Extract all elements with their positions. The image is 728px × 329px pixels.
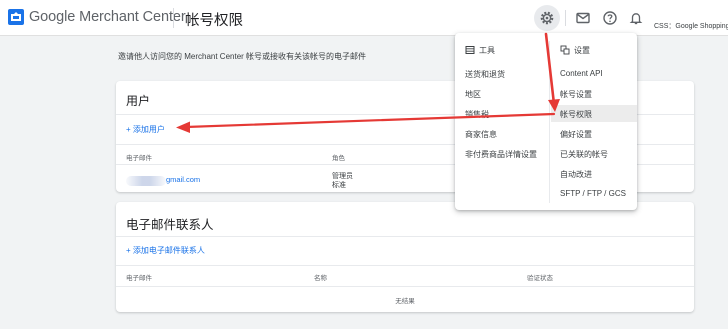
top-app-bar: Google Merchant Center 帐号权限 CSS：Google S… (0, 0, 728, 36)
intro-text: 邀请他人访问您的 Merchant Center 帐号或接收有关该帐号的电子邮件 (118, 52, 367, 61)
menu-item-account-access[interactable]: 帐号权限 (560, 109, 592, 120)
help-icon[interactable] (602, 10, 618, 26)
brand-name: Google Merchant Center (29, 9, 186, 25)
divider (116, 265, 694, 266)
user-role-secondary: 标准 (332, 182, 346, 189)
tools-header: 工具 (479, 46, 495, 55)
column-header-email[interactable]: 电子邮件 (126, 152, 152, 162)
divider (116, 286, 694, 287)
menu-item-free-listings[interactable]: 非付费商品详情设置 (465, 149, 537, 160)
empty-state-text: 无结果 (395, 298, 415, 305)
column-header-role[interactable]: 角色 (332, 152, 345, 162)
menu-item-sftp-ftp-gcs[interactable]: SFTP / FTP / GCS (560, 189, 626, 198)
add-user-link[interactable]: + 添加用户 (126, 124, 165, 135)
bell-icon[interactable] (628, 10, 644, 26)
menu-column-divider (549, 41, 550, 203)
merchant-center-logo-icon[interactable] (8, 9, 24, 25)
settings-header: 设置 (574, 46, 590, 55)
header-divider (173, 8, 174, 28)
redacted-email (126, 176, 166, 186)
column-header-name[interactable]: 名称 (314, 272, 327, 282)
email-contacts-card: 电子邮件联系人 + 添加电子邮件联系人 电子邮件 名称 验证状态 无结果 (116, 202, 694, 312)
account-label[interactable]: CSS：Google Shopping (654, 21, 728, 31)
user-email-link[interactable]: gmail.com (166, 175, 200, 184)
settings-icon (560, 45, 570, 55)
menu-item-business-info[interactable]: 商家信息 (465, 129, 497, 140)
menu-item-account-settings[interactable]: 帐号设置 (560, 89, 592, 100)
column-header-verification-status[interactable]: 验证状态 (527, 272, 553, 282)
settings-menu: 工具 送货和退货 地区 销售税 商家信息 非付费商品详情设置 设置 Conten… (455, 33, 637, 210)
tools-icon (465, 46, 475, 54)
mail-icon[interactable] (575, 10, 591, 26)
menu-item-auto-improvements[interactable]: 自动改进 (560, 169, 592, 180)
menu-item-linked-accounts[interactable]: 已关联的帐号 (560, 149, 608, 160)
menu-item-sales-tax[interactable]: 销售税 (465, 109, 489, 120)
menu-item-preferences[interactable]: 偏好设置 (560, 129, 592, 140)
column-header-email[interactable]: 电子邮件 (126, 272, 152, 282)
toolbar-divider (565, 10, 566, 26)
settings-gear-icon[interactable] (539, 10, 555, 26)
divider (116, 236, 694, 237)
menu-item-regions[interactable]: 地区 (465, 89, 481, 100)
add-email-contact-link[interactable]: + 添加电子邮件联系人 (126, 245, 205, 256)
users-card-title: 用户 (126, 94, 151, 108)
menu-item-content-api[interactable]: Content API (560, 69, 603, 78)
page-title: 帐号权限 (185, 13, 243, 29)
menu-item-shipping-returns[interactable]: 送货和退货 (465, 69, 505, 80)
contacts-card-title: 电子邮件联系人 (126, 218, 214, 232)
